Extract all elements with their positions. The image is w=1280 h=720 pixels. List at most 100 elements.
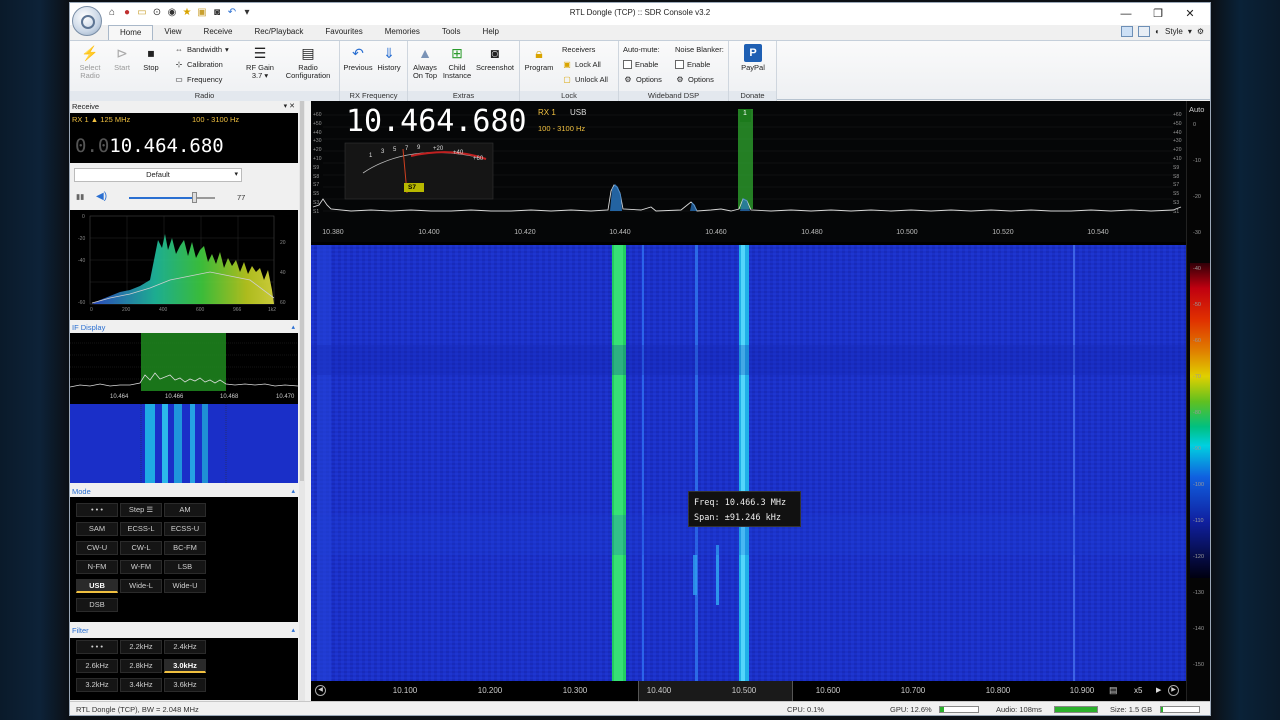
mode-ecss-l-button[interactable]: ECSS-L: [120, 522, 162, 536]
mode-n-fm-button[interactable]: N-FM: [76, 560, 118, 574]
tab-view[interactable]: View: [153, 25, 192, 40]
mode-am-button[interactable]: AM: [164, 503, 206, 517]
always-on-top-button[interactable]: ▲ Always On Top: [410, 44, 440, 80]
audio-x-tick: 200: [122, 307, 131, 313]
tab-help[interactable]: Help: [472, 25, 510, 40]
start-button[interactable]: ⊳ Start: [110, 44, 134, 72]
mode-bc-fm-button[interactable]: BC-FM: [164, 541, 206, 555]
mode-dsb-button[interactable]: DSB: [76, 598, 118, 612]
history-button[interactable]: ⇓ History: [374, 44, 404, 72]
filter-2-6-button[interactable]: 2.6kHz: [76, 659, 118, 673]
frequency-button[interactable]: ▭ Frequency: [174, 75, 222, 84]
tab-home[interactable]: Home: [108, 25, 154, 40]
volume-slider-thumb[interactable]: [192, 192, 198, 203]
speaker-icon[interactable]: ◀): [96, 191, 107, 202]
audio-y-tick-right: 40: [280, 270, 286, 276]
style-dropdown-icon[interactable]: ▾: [1188, 27, 1192, 36]
paypal-button[interactable]: P PayPal: [735, 44, 771, 72]
scroll-left-icon[interactable]: ◀: [315, 685, 326, 696]
waterfall-settings-icon[interactable]: ▤: [1109, 685, 1118, 696]
style-menu[interactable]: Style: [1165, 27, 1183, 36]
meter-icon[interactable]: ▮▮: [76, 192, 84, 201]
settings-icon[interactable]: ⚙: [1197, 27, 1204, 36]
level-colorbar[interactable]: [1190, 263, 1210, 578]
window-title: RTL Dongle (TCP) :: SDR Console v3.2: [569, 8, 711, 17]
main-frequency-display[interactable]: 10.464.680: [346, 104, 527, 139]
mode-wide-u-button[interactable]: Wide-U: [164, 579, 206, 593]
filter-3-4-button[interactable]: 3.4kHz: [120, 678, 162, 692]
mode-w-fm-button[interactable]: W-FM: [120, 560, 162, 574]
noise-blanker-enable-checkbox[interactable]: Enable: [675, 60, 710, 69]
scrollbar-thumb[interactable]: [300, 101, 304, 481]
tab-memories[interactable]: Memories: [374, 25, 431, 40]
filter-more-button[interactable]: • • •: [76, 640, 118, 654]
auto-mute-enable-checkbox[interactable]: Enable: [623, 60, 658, 69]
audio-x-tick: 600: [196, 307, 205, 313]
lock-all-button[interactable]: ▣ Lock All: [562, 60, 601, 69]
app-menu-button[interactable]: [72, 6, 102, 36]
scroll-right-icon[interactable]: ▶: [1168, 685, 1179, 696]
screenshot-button[interactable]: ◙ Screenshot: [474, 44, 516, 72]
volume-slider[interactable]: [129, 192, 215, 203]
mode-step-button[interactable]: Step ☰: [120, 503, 162, 517]
close-icon[interactable]: ✕: [1174, 5, 1206, 23]
zoom-level[interactable]: x5: [1134, 686, 1142, 695]
audio-y-tick: 0: [82, 214, 85, 220]
rx-frequency-display[interactable]: RX 1 ▲ 125 MHz 100 - 3100 Hz 0.010.464.6…: [70, 113, 298, 163]
ribbon-right-controls: ◐ Style ▾ ⚙: [1121, 26, 1204, 37]
spectrum-scale-label: +50: [1173, 120, 1182, 127]
tab-receive[interactable]: Receive: [193, 25, 244, 40]
profile-select[interactable]: Default ▾: [74, 168, 242, 182]
mode-more-button[interactable]: • • •: [76, 503, 118, 517]
filter-3-0-button[interactable]: 3.0kHz: [164, 659, 206, 673]
palette-icon[interactable]: ◐: [1155, 27, 1160, 36]
tab-tools[interactable]: Tools: [431, 25, 472, 40]
filter-2-8-button[interactable]: 2.8kHz: [120, 659, 162, 673]
collapse-icon[interactable]: ▴: [291, 625, 295, 636]
filter-3-2-button[interactable]: 3.2kHz: [76, 678, 118, 692]
mode-usb-button[interactable]: USB: [76, 579, 118, 593]
radio-configuration-button[interactable]: ▤ Radio Configuration: [282, 44, 334, 80]
level-scale[interactable]: Auto 0 -10 -20 -30 -40 -50 -60 -70 -80 -90 -100 -11…: [1186, 101, 1210, 701]
filter-2-4-button[interactable]: 2.4kHz: [164, 640, 206, 654]
maximize-icon[interactable]: ❐: [1142, 5, 1174, 23]
rf-gain-button[interactable]: ☰ RF Gain 3.7 ▾: [245, 44, 275, 80]
auto-mute-options-button[interactable]: ⚙ Options: [623, 75, 661, 84]
mode-panel: • • • Step ☰ AM SAM ECSS-L ECSS-U CW-U C…: [70, 497, 298, 622]
zoom-next-icon[interactable]: ▶: [1156, 686, 1161, 694]
overview-bar[interactable]: ◀ 10.100 10.200 10.300 10.400 10.500 10.600 10…: [311, 681, 1186, 701]
minimize-icon[interactable]: —: [1110, 5, 1142, 23]
rx-frequency[interactable]: 0.010.464.680: [75, 135, 224, 157]
mode-sam-button[interactable]: SAM: [76, 522, 118, 536]
program-button[interactable]: 🔒︎ Program: [523, 44, 555, 72]
close-icon[interactable]: ▾ ✕: [284, 101, 295, 112]
level-scale-label: -140: [1193, 626, 1205, 632]
mode-ecss-u-button[interactable]: ECSS-U: [164, 522, 206, 536]
layout-icon[interactable]: [1121, 26, 1134, 37]
mode-cw-l-button[interactable]: CW-L: [120, 541, 162, 555]
left-panel-scrollbar[interactable]: [299, 101, 305, 701]
collapse-icon[interactable]: ▴: [291, 486, 295, 497]
mode-cw-u-button[interactable]: CW-U: [76, 541, 118, 555]
audio-y-tick-right: 60: [280, 300, 286, 306]
stop-button[interactable]: ⏹ Stop: [139, 44, 163, 72]
tab-rec-playback[interactable]: Rec/Playback: [243, 25, 314, 40]
mode-wide-l-button[interactable]: Wide-L: [120, 579, 162, 593]
mode-lsb-button[interactable]: LSB: [164, 560, 206, 574]
collapse-icon[interactable]: ▴: [291, 322, 295, 333]
previous-button[interactable]: ↶ Previous: [343, 44, 373, 72]
waterfall-display[interactable]: [311, 245, 1186, 681]
child-instance-button[interactable]: ⊞ Child Instance: [442, 44, 472, 80]
filter-2-2-button[interactable]: 2.2kHz: [120, 640, 162, 654]
ribbon: ⚡ Select Radio ⊳ Start ⏹ Stop ⇔ Bandwidth…: [70, 40, 1210, 101]
noise-blanker-options-button[interactable]: ⚙ Options: [675, 75, 713, 84]
spectrum-display[interactable]: 10.464.680 RX 1 USB 100 - 3100 Hz 1 S7 1…: [311, 101, 1186, 242]
select-radio-button[interactable]: ⚡ Select Radio: [76, 44, 104, 80]
tab-favourites[interactable]: Favourites: [314, 25, 373, 40]
auto-level-button[interactable]: Auto: [1189, 105, 1204, 114]
calibration-button[interactable]: ⊹ Calibration: [174, 60, 223, 69]
unlock-all-button[interactable]: ▢ Unlock All: [562, 75, 608, 84]
filter-3-6-button[interactable]: 3.6kHz: [164, 678, 206, 692]
bandwidth-menu[interactable]: ⇔ Bandwidth ▾: [174, 45, 229, 54]
window-layout-icon[interactable]: [1138, 26, 1151, 37]
